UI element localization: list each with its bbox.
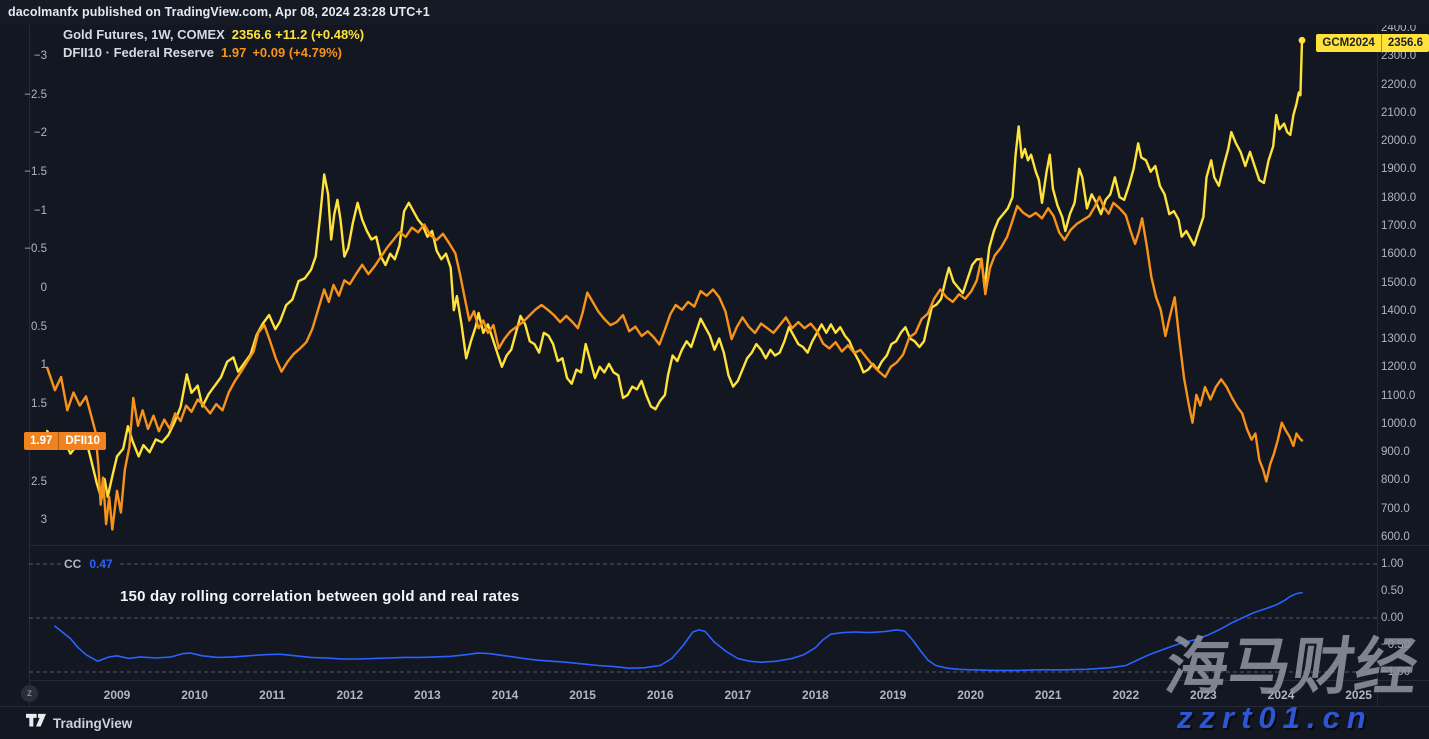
legend-row-gold[interactable]: Gold Futures, 1W, COMEX 2356.6 +11.2 (+0.… [63, 26, 364, 44]
cc-indicator-legend[interactable]: CC 0.47 [62, 556, 119, 572]
dfii-badge-symbol: DFII10 [58, 432, 106, 450]
cc-indicator-name: CC [64, 557, 81, 571]
right-price-scale[interactable] [1377, 25, 1429, 680]
gold-symbol-label: Gold Futures, 1W, COMEX [63, 27, 225, 42]
watermark-cjk: 海马财经 [1161, 633, 1423, 703]
legend-row-dfii[interactable]: DFII10 · Federal Reserve 1.97 +0.09 (+4.79… [63, 44, 364, 62]
timezone-button[interactable]: z [21, 685, 38, 702]
gold-badge-price: 2356.6 [1381, 34, 1429, 52]
dfii-price-badge: 1.97 DFII10 [24, 432, 106, 450]
tradingview-attribution[interactable]: TradingView [26, 713, 132, 733]
main-plot-area[interactable] [29, 25, 1377, 545]
tradingview-published-chart: dacolmanfx published on TradingView.com,… [0, 0, 1429, 739]
publish-info-link[interactable]: dacolmanfx published on TradingView.com,… [8, 5, 430, 19]
dfii-change: +0.09 (+4.79%) [252, 45, 342, 60]
gold-values: 2356.6 +11.2 (+0.48%) [232, 27, 364, 42]
cc-indicator-value: 0.47 [89, 557, 112, 571]
tradingview-logo-icon [26, 713, 46, 733]
publish-bar: dacolmanfx published on TradingView.com,… [0, 0, 1429, 25]
dfii-badge-price: 1.97 [24, 432, 58, 450]
chart-text-annotation: 150 day rolling correlation between gold… [120, 588, 519, 605]
watermark-url: zzrt01.cn [1177, 700, 1373, 736]
gold-badge-symbol: GCM2024 [1316, 34, 1380, 52]
legend: Gold Futures, 1W, COMEX 2356.6 +11.2 (+0.… [63, 26, 364, 62]
dfii-symbol-label: DFII10 · Federal Reserve [63, 45, 214, 60]
left-price-scale[interactable] [0, 25, 29, 680]
tradingview-brand-label: TradingView [53, 716, 132, 731]
gold-price-badge: GCM2024 2356.6 [1316, 34, 1429, 52]
dfii-value: 1.97 [221, 45, 246, 60]
